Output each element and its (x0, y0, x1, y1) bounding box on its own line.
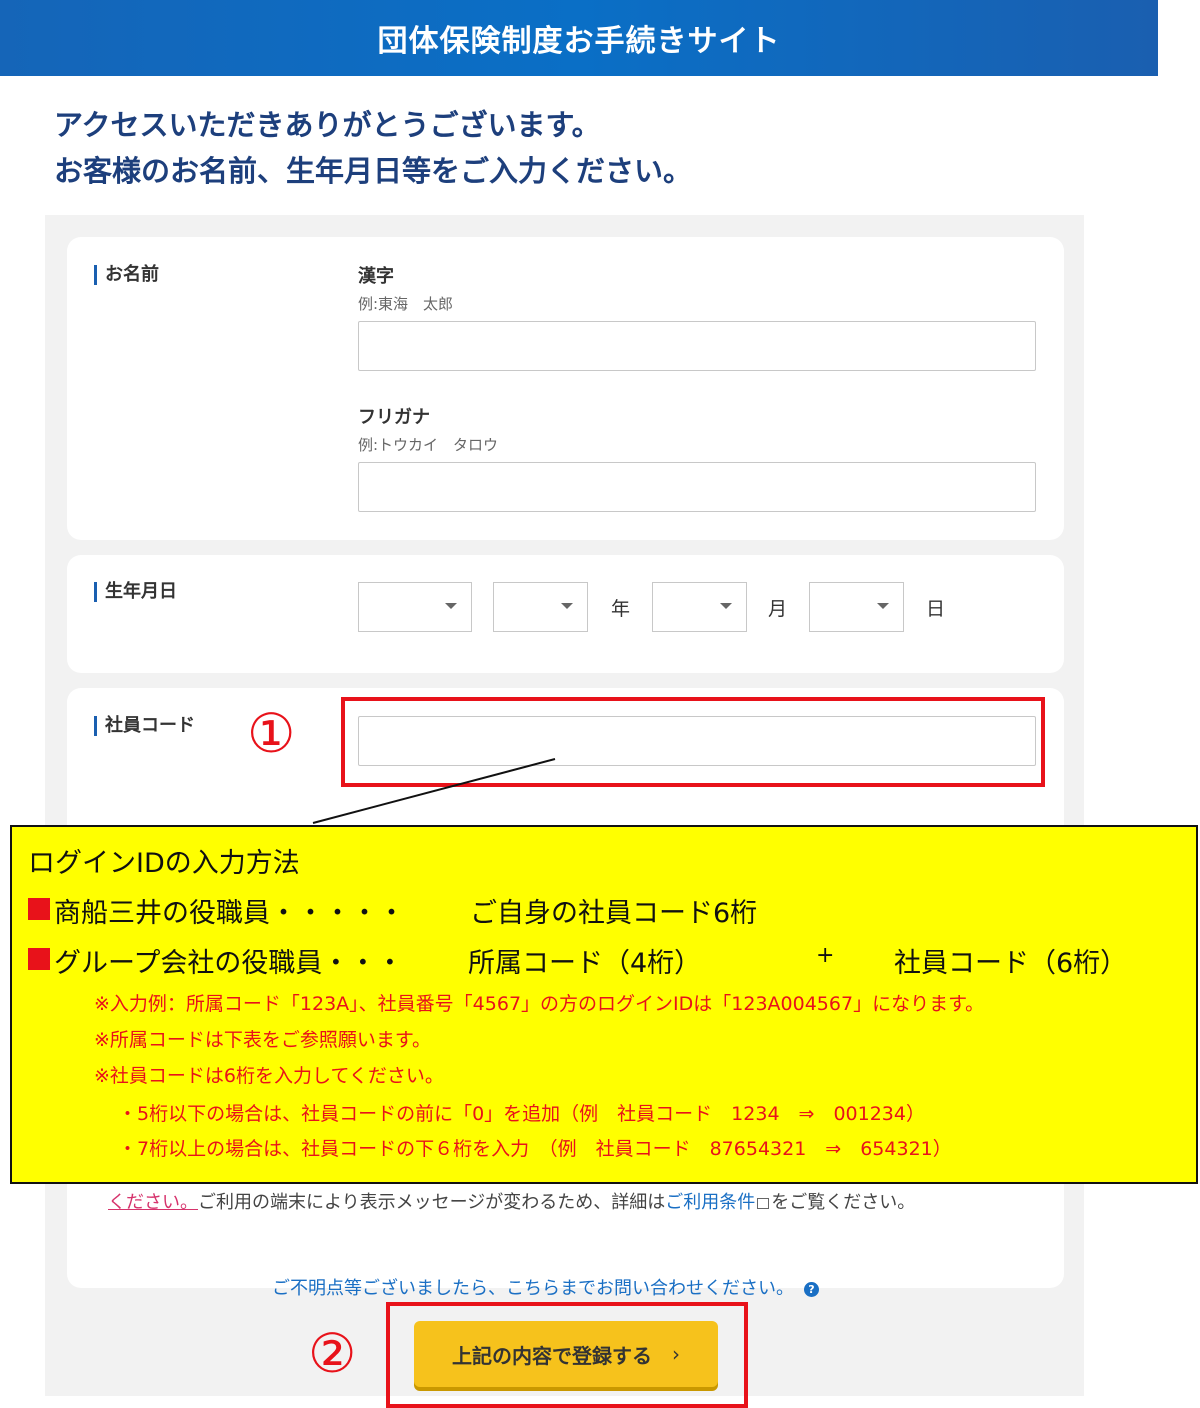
terms-link[interactable]: ご利用条件 (665, 1192, 755, 1213)
terms-message: ください。ご利用の端末により表示メッセージが変わるため、詳細はご利用条件 をご覧く… (108, 1188, 915, 1214)
callout-row2-value2: 社員コード（6桁） (894, 948, 1128, 979)
red-square-bullet-icon (28, 898, 50, 920)
callout-row2-plus: + (816, 943, 835, 968)
callout-row2-label: グループ会社の役職員・・・ (54, 948, 404, 979)
callout-row1-label: 商船三井の役職員・・・・・ (54, 898, 405, 929)
help-icon: ? (804, 1282, 819, 1297)
submit-button[interactable]: 上記の内容で登録する › (414, 1321, 718, 1387)
terms-text-2: をご覧ください。 (771, 1192, 916, 1213)
partial-link[interactable]: ください。 (108, 1192, 198, 1213)
callout-row1-value: ご自身の社員コード6桁 (470, 898, 758, 929)
callout-note-3: ※社員コードは6桁を入力してください。 (94, 1065, 444, 1087)
submit-label: 上記の内容で登録する (452, 1343, 652, 1368)
callout-row2-value1: 所属コード（4桁） (468, 948, 702, 979)
callout-note-2: ※所属コードは下表をご参照願います。 (94, 1029, 432, 1051)
terms-text-1: ご利用の端末により表示メッセージが変わるため、詳細は (198, 1192, 666, 1213)
chevron-right-icon: › (672, 1342, 680, 1366)
inquiry-text: ご不明点等ございましたら、こちらまでお問い合わせください。 (272, 1278, 794, 1299)
callout-note-5: ・7桁以上の場合は、社員コードの下６桁を入力 （例 社員コード 87654321… (118, 1138, 952, 1160)
callout-note-4: ・5桁以下の場合は、社員コードの前に「0」を追加（例 社員コード 1234 ⇒ … (118, 1103, 925, 1125)
inquiry-link[interactable]: ご不明点等ございましたら、こちらまでお問い合わせください。? (272, 1274, 819, 1300)
login-id-callout: ログインIDの入力方法 商船三井の役職員・・・・・ ご自身の社員コード6桁 グル… (10, 825, 1198, 1184)
external-link-icon (757, 1198, 770, 1209)
annotation-marker-2: ② (308, 1322, 357, 1385)
callout-title: ログインIDの入力方法 (28, 848, 300, 879)
callout-note-1: ※入力例：所属コード「123A」、社員番号「4567」の方のログインIDは「12… (94, 993, 985, 1015)
red-square-bullet-icon (28, 948, 50, 970)
